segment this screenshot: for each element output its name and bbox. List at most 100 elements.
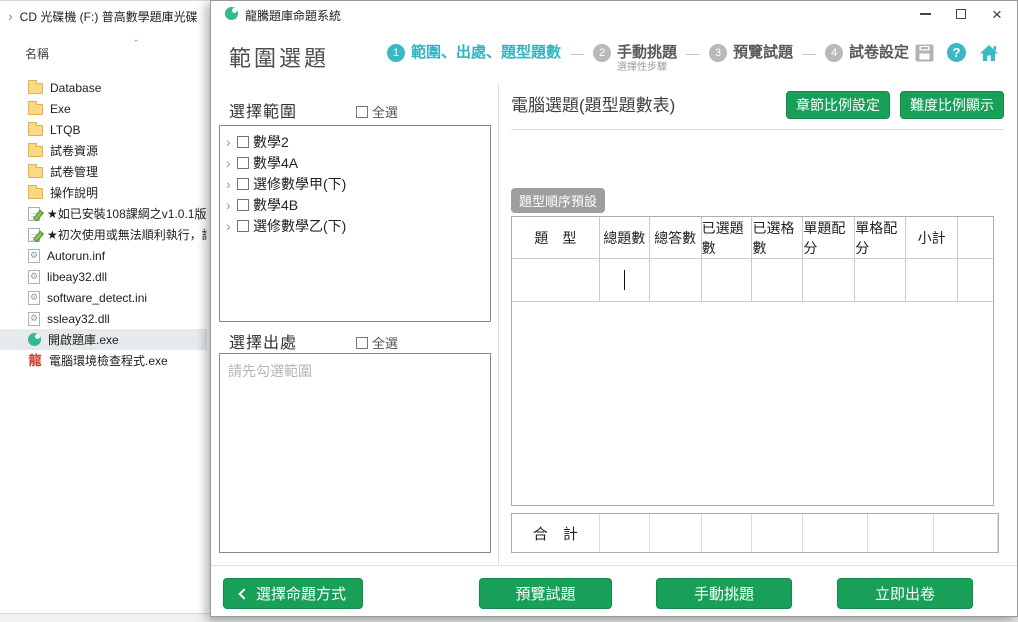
file-row[interactable]: ⚙ ssleay32.dll: [0, 308, 207, 329]
back-to-mode-button[interactable]: 選擇命題方式: [223, 578, 363, 609]
table-header-cell: 已選題數: [702, 217, 753, 258]
minimize-icon: [920, 13, 931, 15]
range-select-all[interactable]: 全選: [356, 102, 398, 121]
table-data-cell[interactable]: [803, 259, 855, 301]
sort-ascending-icon[interactable]: ˆ: [134, 37, 138, 52]
question-order-badge[interactable]: 題型順序預設: [511, 188, 605, 213]
table-data-cell[interactable]: [958, 259, 993, 301]
gear-icon: ⚙: [30, 251, 38, 260]
manual-pick-button[interactable]: 手動挑題: [656, 578, 792, 609]
source-select-all[interactable]: 全選: [356, 333, 398, 352]
maximize-button[interactable]: [943, 1, 979, 27]
table-data-cell[interactable]: [906, 259, 958, 301]
checkbox-icon[interactable]: [356, 106, 368, 118]
app-logo-icon: [225, 7, 238, 20]
table-data-row: [512, 259, 993, 302]
close-button[interactable]: ×: [979, 1, 1015, 27]
section-divider: [511, 129, 1004, 130]
total-value-cell: [752, 514, 803, 552]
file-row[interactable]: 龍電腦環境檢查程式.exe: [0, 350, 207, 371]
home-icon[interactable]: [979, 44, 999, 62]
tree-item[interactable]: ›數學2: [220, 131, 490, 152]
chevron-right-icon[interactable]: ›: [8, 10, 13, 22]
config-file-icon: ⚙: [28, 249, 40, 263]
chevron-right-icon[interactable]: ›: [226, 136, 237, 148]
folder-icon: [28, 83, 43, 94]
total-value-cell: [702, 514, 753, 552]
chapter-ratio-button[interactable]: 章節比例設定: [786, 91, 890, 119]
file-row[interactable]: 試卷資源: [0, 140, 207, 161]
wizard-step-4[interactable]: 4試卷設定: [825, 44, 909, 62]
table-header-cell: 總題數: [600, 217, 650, 258]
step-label: 手動挑題: [617, 44, 677, 62]
file-name: 試卷管理: [50, 163, 98, 180]
step-label: 範圍、出處、題型題數: [411, 44, 561, 62]
step-number-badge: 4: [825, 44, 843, 62]
table-header-cell: 單題配分: [803, 217, 855, 258]
maximize-icon: [956, 9, 966, 19]
step-number-badge: 2: [593, 44, 611, 62]
table-data-cell[interactable]: [600, 259, 650, 301]
table-header-cell: 題 型: [512, 217, 600, 258]
wizard-step-1[interactable]: 1範圍、出處、題型題數: [387, 44, 561, 62]
document-icon: [28, 228, 40, 242]
total-value-cell: [934, 514, 998, 552]
minimize-button[interactable]: [907, 1, 943, 27]
explorer-root-node[interactable]: › CD 光碟機 (F:) 普高數學題庫光碟: [0, 5, 214, 27]
preview-questions-button[interactable]: 預覽試題: [479, 578, 612, 609]
file-row[interactable]: 試卷管理: [0, 161, 207, 182]
tree-item[interactable]: ›數學4A: [220, 152, 490, 173]
checkbox-icon[interactable]: [237, 199, 249, 211]
save-icon[interactable]: [915, 44, 934, 62]
chevron-right-icon[interactable]: ›: [226, 199, 237, 211]
help-icon[interactable]: ?: [947, 43, 966, 62]
explorer-scrollbar-area[interactable]: [0, 613, 210, 622]
checkbox-icon[interactable]: [237, 178, 249, 190]
table-data-cell[interactable]: [512, 259, 600, 301]
checkbox-icon[interactable]: [356, 337, 368, 349]
file-row[interactable]: ⚙libeay32.dll: [0, 266, 207, 287]
file-name: Autorun.inf: [47, 249, 105, 263]
file-row[interactable]: Database: [0, 77, 207, 98]
file-name: ★如已安裝108課綱之v1.0.1版題: [47, 205, 207, 222]
wizard-step-3[interactable]: 3預覽試題: [709, 44, 793, 62]
footer-divider: [211, 565, 1017, 566]
chevron-right-icon[interactable]: ›: [226, 178, 237, 190]
question-type-table: 題 型總題數總答數已選題數已選格數單題配分單格配分小計: [511, 216, 994, 506]
file-row[interactable]: 開啟題庫.exe: [0, 329, 207, 350]
folder-icon: [28, 146, 43, 157]
file-row[interactable]: ★如已安裝108課綱之v1.0.1版題: [0, 203, 207, 224]
checkbox-icon[interactable]: [237, 157, 249, 169]
column-header-name[interactable]: 名稱: [25, 45, 49, 62]
checkbox-icon[interactable]: [237, 136, 249, 148]
chevron-right-icon[interactable]: ›: [226, 220, 237, 232]
table-data-cell[interactable]: [650, 259, 702, 301]
file-row[interactable]: ⚙ Autorun.inf: [0, 245, 207, 266]
chevron-right-icon[interactable]: ›: [226, 157, 237, 169]
file-name: libeay32.dll: [47, 270, 107, 284]
generate-exam-button[interactable]: 立即出卷: [837, 578, 973, 609]
total-value-cell: [600, 514, 650, 552]
file-name: ssleay32.dll: [47, 312, 110, 326]
file-row[interactable]: Exe: [0, 98, 207, 119]
source-list[interactable]: 請先勾選範圍: [219, 353, 491, 553]
file-row[interactable]: ★初次使用或無法順利執行，請: [0, 224, 207, 245]
difficulty-ratio-button[interactable]: 難度比例顯示: [900, 91, 1004, 119]
file-row[interactable]: 操作說明: [0, 182, 207, 203]
tree-item[interactable]: ›選修數學甲(下): [220, 173, 490, 194]
tree-item[interactable]: ›選修數學乙(下): [220, 215, 490, 236]
checkbox-icon[interactable]: [237, 220, 249, 232]
dll-file-icon: ⚙: [28, 312, 40, 326]
table-header-row: 題 型總題數總答數已選題數已選格數單題配分單格配分小計: [512, 217, 993, 259]
file-row[interactable]: LTQB: [0, 119, 207, 140]
table-data-cell[interactable]: [752, 259, 803, 301]
table-header-cell: 總答數: [650, 217, 702, 258]
tree-item[interactable]: ›數學4B: [220, 194, 490, 215]
wizard-step-2[interactable]: 2 手動挑題選擇性步驟: [593, 44, 677, 74]
source-panel-title: 選擇出處: [229, 329, 297, 353]
file-row[interactable]: ⚙software_detect.ini: [0, 287, 207, 308]
step-label-stack: 手動挑題選擇性步驟: [617, 44, 677, 74]
table-data-cell[interactable]: [855, 259, 906, 301]
file-name: LTQB: [50, 123, 80, 137]
table-data-cell[interactable]: [702, 259, 753, 301]
